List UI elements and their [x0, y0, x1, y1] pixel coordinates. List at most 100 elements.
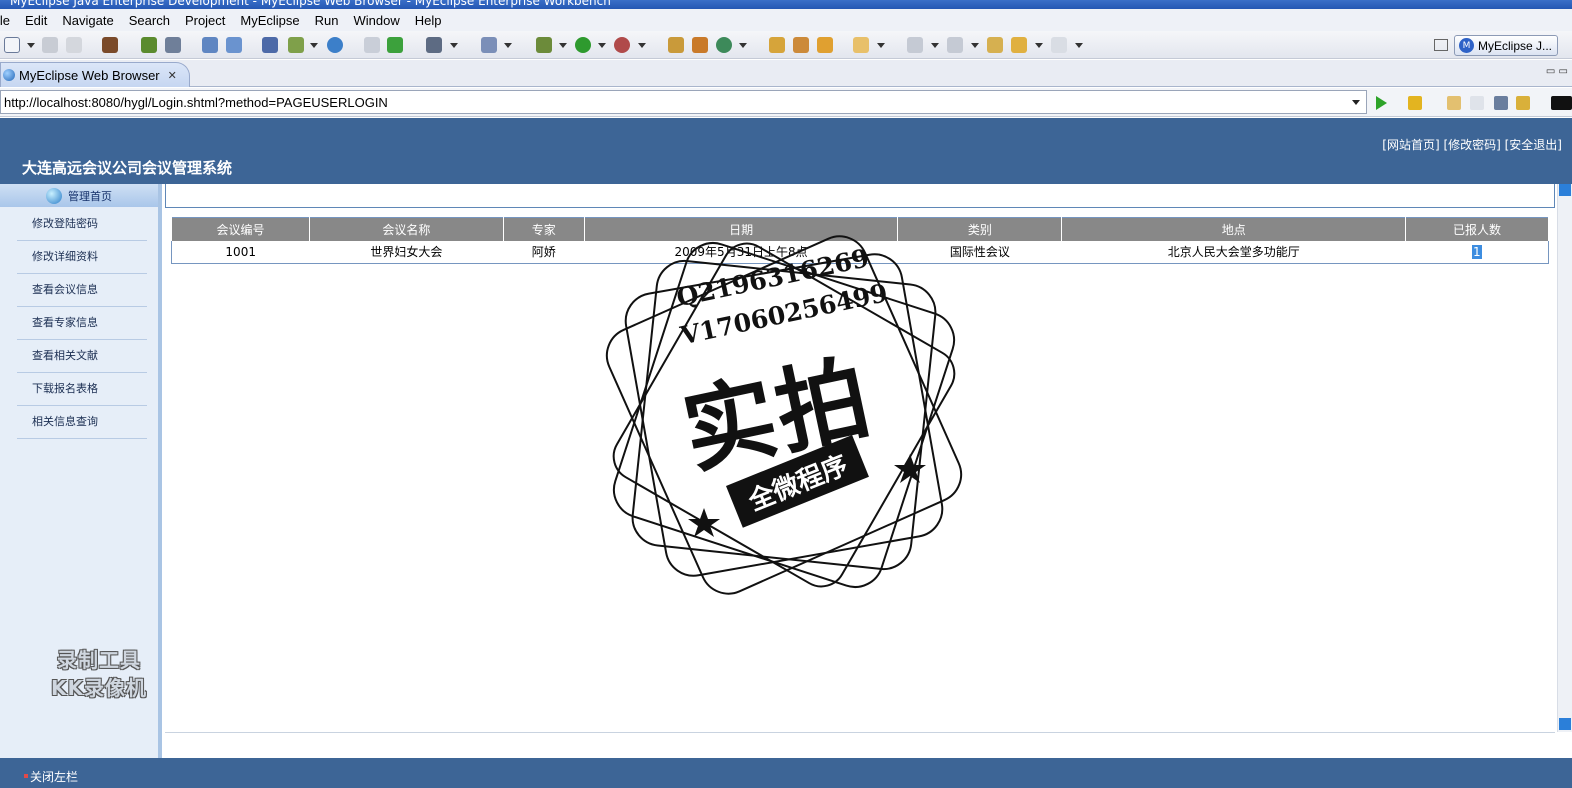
run-dropdown-icon[interactable] — [598, 43, 606, 48]
col-meeting-name: 会议名称 — [308, 217, 504, 241]
run-icon[interactable] — [575, 37, 591, 53]
home-globe-icon — [46, 187, 62, 204]
server-icon[interactable] — [165, 37, 181, 53]
server-dropdown-icon[interactable] — [310, 43, 318, 48]
open-folder-icon[interactable] — [769, 37, 785, 53]
sidebar-item-download-form[interactable]: 下载报名表格 — [17, 373, 147, 406]
save-icon[interactable] — [42, 37, 58, 53]
window-title-bar: MyEclipse Java Enterprise Development - … — [0, 0, 1572, 9]
sidebar-item-search[interactable]: 相关信息查询 — [17, 406, 147, 439]
recorder-line-2: KK录像机 — [51, 676, 147, 700]
menu-help[interactable]: Help — [415, 13, 442, 28]
perspective-label: MyEclipse J... — [1478, 38, 1553, 53]
browser-refresh-icon[interactable] — [1516, 96, 1530, 110]
camera-icon[interactable] — [426, 37, 442, 53]
next-annotation-icon[interactable] — [907, 37, 923, 53]
menu-edit[interactable]: Edit — [25, 13, 47, 28]
perspective-button[interactable]: M MyEclipse J... — [1454, 35, 1558, 56]
menu-project[interactable]: Project — [185, 13, 225, 28]
go-icon[interactable] — [1376, 96, 1387, 110]
external-tools-icon[interactable] — [614, 37, 630, 53]
next-annotation-dropdown-icon[interactable] — [931, 43, 939, 48]
cell-meeting-name: 世界妇女大会 — [370, 245, 443, 260]
menu-search[interactable]: Search — [129, 13, 170, 28]
back-icon[interactable] — [1011, 37, 1027, 53]
col-expert: 专家 — [502, 217, 585, 241]
folder-icon[interactable] — [817, 37, 833, 53]
deploy-icon[interactable] — [202, 37, 218, 53]
menu-navigate[interactable]: Navigate — [62, 13, 113, 28]
sidebar-item-documents[interactable]: 查看相关文献 — [17, 340, 147, 373]
prev-annotation-icon[interactable] — [947, 37, 963, 53]
top-links[interactable]: [网站首页] [修改密码] [安全退出] — [1382, 136, 1562, 153]
browser-globe-icon — [3, 69, 15, 81]
cell-expert: 阿娇 — [531, 245, 556, 260]
menu-myeclipse[interactable]: MyEclipse — [240, 13, 299, 28]
col-location: 地点 — [1061, 217, 1407, 241]
registered-count[interactable]: 1 — [1471, 244, 1482, 259]
new-icon[interactable] — [4, 37, 20, 53]
scroll-up-icon[interactable] — [1559, 184, 1571, 196]
print-icon[interactable] — [66, 37, 82, 53]
window-title: MyEclipse Java Enterprise Development - … — [10, 0, 611, 8]
favorites-icon[interactable] — [1408, 96, 1422, 110]
sidebar-item-meetings[interactable]: 查看会议信息 — [17, 274, 147, 307]
stamp-watermark: Q2196316269 V17060256499 实拍 全微程序 — [596, 230, 972, 600]
sidebar-item-edit-profile[interactable]: 修改详细资料 — [17, 241, 147, 274]
url-input[interactable] — [0, 90, 1367, 114]
sidebar-item-change-password[interactable]: 修改登陆密码 — [17, 208, 147, 241]
myeclipse-icon: M — [1459, 38, 1474, 53]
open-perspective-icon[interactable] — [1434, 39, 1448, 51]
cell-meeting-id: 1001 — [225, 244, 256, 259]
refresh-icon[interactable] — [716, 37, 732, 53]
tools-icon[interactable] — [692, 37, 708, 53]
class-dropdown-icon[interactable] — [504, 43, 512, 48]
globe-icon[interactable] — [327, 37, 343, 53]
prev-annotation-dropdown-icon[interactable] — [971, 43, 979, 48]
tab-web-browser[interactable]: MyEclipse Web Browser ✕ — [0, 62, 190, 87]
vertical-scrollbar[interactable] — [1557, 184, 1572, 732]
open-type-dropdown-icon[interactable] — [877, 43, 885, 48]
page-header: 大连高远会议公司会议管理系统 [网站首页] [修改密码] [安全退出] — [0, 118, 1572, 184]
new-dropdown-icon[interactable] — [27, 43, 35, 48]
browser-menu-icon[interactable] — [1551, 96, 1572, 110]
open-icon[interactable] — [364, 37, 380, 53]
last-edit-icon[interactable] — [987, 37, 1003, 53]
new-class-icon[interactable] — [481, 37, 497, 53]
close-sidebar-link[interactable]: 关闭左栏 — [23, 768, 78, 785]
cell-registered: 1 — [1406, 241, 1549, 264]
new-server-icon[interactable] — [288, 37, 304, 53]
browser-forward-icon[interactable] — [1470, 96, 1484, 110]
menu-window[interactable]: Window — [354, 13, 400, 28]
brush-icon[interactable] — [793, 37, 809, 53]
scroll-down-icon[interactable] — [1559, 718, 1571, 730]
minimize-maximize-icons[interactable]: ▭ ▭ — [1546, 66, 1568, 77]
browser-back-icon[interactable] — [1447, 96, 1461, 110]
forward-icon[interactable] — [1051, 37, 1067, 53]
servers-icon[interactable] — [262, 37, 278, 53]
external-dropdown-icon[interactable] — [638, 43, 646, 48]
sidebar-item-experts[interactable]: 查看专家信息 — [17, 307, 147, 340]
camera-dropdown-icon[interactable] — [450, 43, 458, 48]
refresh-dropdown-icon[interactable] — [739, 43, 747, 48]
url-history-dropdown-icon[interactable] — [1352, 100, 1360, 105]
close-tab-icon[interactable]: ✕ — [168, 69, 177, 82]
package-icon[interactable] — [102, 37, 118, 53]
add-icon[interactable] — [387, 37, 403, 53]
back-dropdown-icon[interactable] — [1035, 43, 1043, 48]
open-type-icon[interactable] — [853, 37, 869, 53]
build-icon[interactable] — [668, 37, 684, 53]
cell-location: 北京人民大会堂多功能厅 — [1167, 245, 1300, 260]
debug-icon[interactable] — [141, 37, 157, 53]
bug-dropdown-icon[interactable] — [559, 43, 567, 48]
forward-dropdown-icon[interactable] — [1075, 43, 1083, 48]
bug-icon[interactable] — [536, 37, 552, 53]
address-bar — [0, 88, 1572, 117]
browser-stop-icon[interactable] — [1494, 96, 1508, 110]
redeploy-icon[interactable] — [226, 37, 242, 53]
sidebar-header[interactable]: 管理首页 — [0, 184, 158, 207]
menu-run[interactable]: Run — [315, 13, 339, 28]
recorder-line-1: 录制工具 — [57, 648, 141, 672]
sidebar-header-label: 管理首页 — [68, 189, 112, 203]
menu-file[interactable]: ile — [0, 13, 10, 28]
